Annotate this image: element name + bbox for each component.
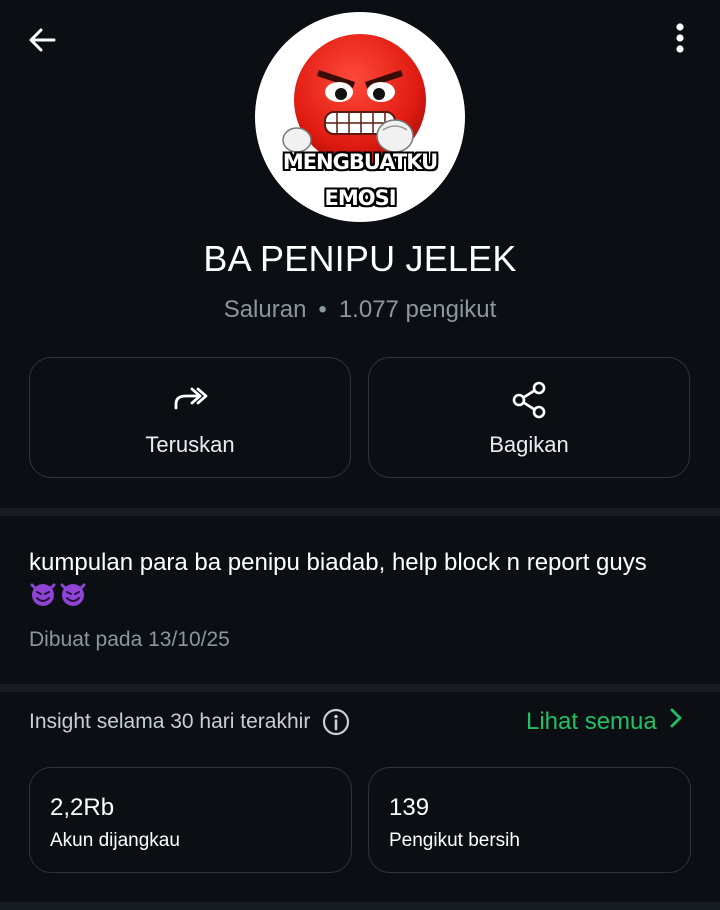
channel-name: BA PENIPU JELEK <box>203 238 517 279</box>
stat-card-reach[interactable]: 2,2Rb Akun dijangkau <box>29 767 352 873</box>
section-divider <box>0 902 720 910</box>
channel-description: kumpulan para ba penipu biadab, help blo… <box>29 546 689 616</box>
share-icon <box>509 380 549 420</box>
stat-caption: Pengikut bersih <box>389 830 520 851</box>
section-divider <box>0 508 720 516</box>
description-text: kumpulan para ba penipu biadab, help blo… <box>29 549 647 576</box>
forward-button[interactable]: Teruskan <box>29 357 351 478</box>
channel-meta: Saluran • 1.077 pengikut <box>0 296 720 324</box>
avatar-caption-line1: MENGBUATKU <box>282 150 438 174</box>
follower-count[interactable]: 1.077 pengikut <box>339 296 496 323</box>
share-label: Bagikan <box>489 432 569 457</box>
back-button[interactable] <box>20 20 64 64</box>
insights-label: Insight selama 30 hari terakhir <box>29 710 311 733</box>
arrow-left-icon <box>26 24 58 61</box>
more-options-button[interactable] <box>658 18 702 62</box>
smiling-devil-emoji <box>59 579 87 616</box>
chevron-right-icon <box>669 707 683 736</box>
stat-card-net-followers[interactable]: 139 Pengikut bersih <box>368 767 691 873</box>
avatar-caption-line2: EMOSI <box>324 186 396 210</box>
forward-icon <box>170 380 210 420</box>
stat-caption: Akun dijangkau <box>50 830 180 851</box>
channel-avatar[interactable]: MENGBUATKU EMOSI <box>255 12 465 222</box>
info-icon[interactable] <box>322 708 350 736</box>
forward-label: Teruskan <box>145 432 235 457</box>
meta-separator: • <box>318 296 327 323</box>
see-all-link[interactable]: Lihat semua <box>526 707 683 736</box>
insights-header: Insight selama 30 hari terakhir <box>29 708 350 736</box>
stat-value: 2,2Rb <box>50 794 115 821</box>
see-all-label: Lihat semua <box>526 707 657 735</box>
section-divider <box>0 684 720 692</box>
stat-value: 139 <box>389 794 430 821</box>
share-button[interactable]: Bagikan <box>368 357 690 478</box>
channel-info-screen: MENGBUATKU EMOSI BA PENIPU JELEK Saluran… <box>0 0 720 910</box>
more-vertical-icon <box>675 22 685 59</box>
emoji-row <box>29 579 87 616</box>
channel-type: Saluran <box>223 296 307 323</box>
created-date: Dibuat pada 13/10/25 <box>29 628 230 651</box>
smiling-devil-emoji <box>29 579 57 616</box>
